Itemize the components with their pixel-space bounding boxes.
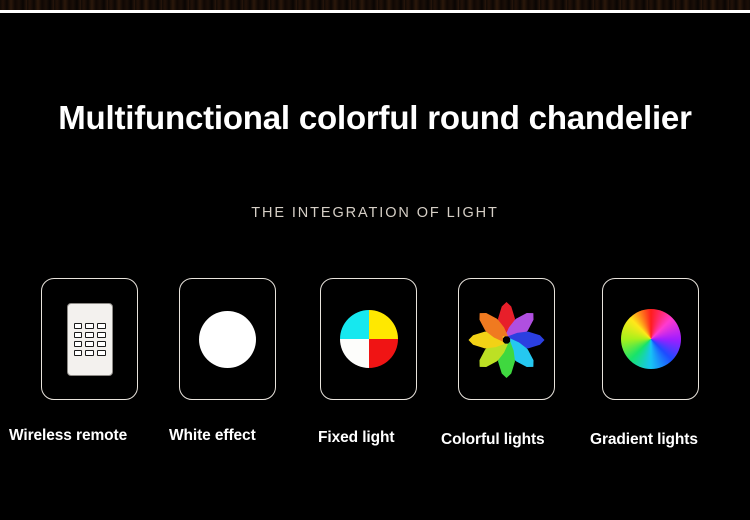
product-banner: Multifunctional colorful round chandelie…	[0, 0, 750, 520]
remote-key	[96, 331, 106, 338]
quad-color-wheel-icon	[339, 310, 398, 368]
remote-key	[85, 322, 94, 329]
feature-card-wireless-remote	[41, 278, 138, 400]
quad-bottom-right	[368, 339, 398, 368]
remote-key	[96, 322, 106, 329]
top-texture-strip	[0, 0, 750, 10]
flower-petals-icon	[469, 301, 545, 377]
conic-color-wheel-icon	[620, 309, 681, 369]
quad-top-right	[368, 310, 398, 339]
page-title: Multifunctional colorful round chandelie…	[58, 99, 692, 136]
feature-label-white-effect: White effect	[169, 427, 256, 444]
remote-key	[96, 349, 106, 356]
remote-key	[85, 349, 94, 356]
top-black-gap	[0, 13, 750, 19]
feature-label-fixed-light: Fixed light	[318, 429, 395, 446]
remote-control-icon	[66, 302, 113, 376]
remote-key	[85, 340, 94, 347]
quad-bottom-left	[339, 339, 369, 368]
remote-key-row	[73, 331, 106, 338]
feature-label-colorful-lights: Colorful lights	[441, 431, 545, 448]
remote-key	[73, 349, 83, 356]
feature-card-colorful-lights	[458, 278, 555, 400]
quad-top-left	[339, 310, 369, 339]
feature-card-gradient-lights	[602, 278, 699, 400]
feature-card-white-effect	[179, 278, 276, 400]
remote-key-row	[73, 349, 106, 356]
feature-card-row	[0, 278, 750, 403]
feature-label-row: Wireless remote White effect Fixed light…	[0, 420, 750, 460]
remote-key-row	[73, 322, 106, 329]
remote-key-row	[73, 340, 106, 347]
white-circle-icon	[199, 310, 256, 368]
feature-card-fixed-light	[320, 278, 417, 400]
feature-label-gradient-lights: Gradient lights	[590, 431, 698, 448]
feature-label-wireless-remote: Wireless remote	[9, 427, 128, 444]
remote-key	[73, 322, 83, 329]
remote-key	[96, 340, 106, 347]
remote-key	[85, 331, 94, 338]
remote-key	[73, 331, 83, 338]
page-subtitle: THE INTEGRATION OF LIGHT	[251, 205, 499, 221]
remote-key	[73, 340, 83, 347]
